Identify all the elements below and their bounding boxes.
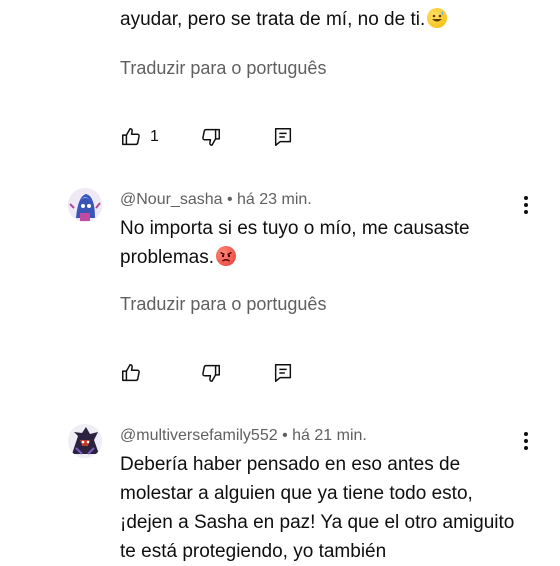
dislike-button[interactable] <box>200 124 222 150</box>
comment-meta: @Nour_sasha • há 23 min. <box>120 191 312 209</box>
more-options-button[interactable] <box>514 193 538 217</box>
thumbs-up-icon <box>120 126 142 148</box>
comment-text: ayudar, pero se trata de mí, no de ti. <box>120 5 520 34</box>
more-vert-icon <box>523 431 529 451</box>
timestamp: há 21 min. <box>292 427 367 444</box>
thumbs-up-icon <box>120 362 142 384</box>
author-name[interactable]: @Nour_sasha <box>120 191 223 208</box>
timestamp: há 23 min. <box>237 191 312 208</box>
like-button[interactable]: 1 <box>120 124 159 150</box>
translate-link[interactable]: Traduzir para o português <box>120 294 326 315</box>
reply-icon <box>272 126 294 148</box>
comment-actions <box>120 360 320 386</box>
comment-2: @multiversefamily552 • há 21 min. Deberí… <box>0 416 560 562</box>
comment-meta: @multiversefamily552 • há 21 min. <box>120 427 367 445</box>
more-options-button[interactable] <box>514 429 538 453</box>
reply-icon <box>272 362 294 384</box>
angry-face-emoji <box>216 246 236 266</box>
author-name[interactable]: @multiversefamily552 <box>120 427 278 444</box>
avatar[interactable] <box>68 188 102 222</box>
thumbs-down-icon <box>200 362 222 384</box>
reply-button[interactable] <box>272 360 294 386</box>
like-button[interactable] <box>120 360 150 386</box>
comment-text: No importa si es tuyo o mío, me causaste… <box>120 218 470 268</box>
reply-button[interactable] <box>272 124 294 150</box>
more-vert-icon <box>523 195 529 215</box>
comment-1: @Nour_sasha • há 23 min. No importa si e… <box>0 180 560 400</box>
translate-link[interactable]: Traduzir para o português <box>120 58 326 79</box>
comment-actions: 1 <box>120 124 320 150</box>
avatar[interactable] <box>68 424 102 458</box>
dislike-button[interactable] <box>200 360 222 386</box>
like-count: 1 <box>150 128 159 145</box>
grinning-sweat-emoji <box>427 8 448 28</box>
comment-text: Debería haber pensado en eso antes de mo… <box>120 454 515 562</box>
thumbs-down-icon <box>200 126 222 148</box>
separator: • <box>226 191 233 208</box>
separator: • <box>282 427 288 444</box>
comment-0: ayudar, pero se trata de mí, no de ti. T… <box>0 0 560 160</box>
